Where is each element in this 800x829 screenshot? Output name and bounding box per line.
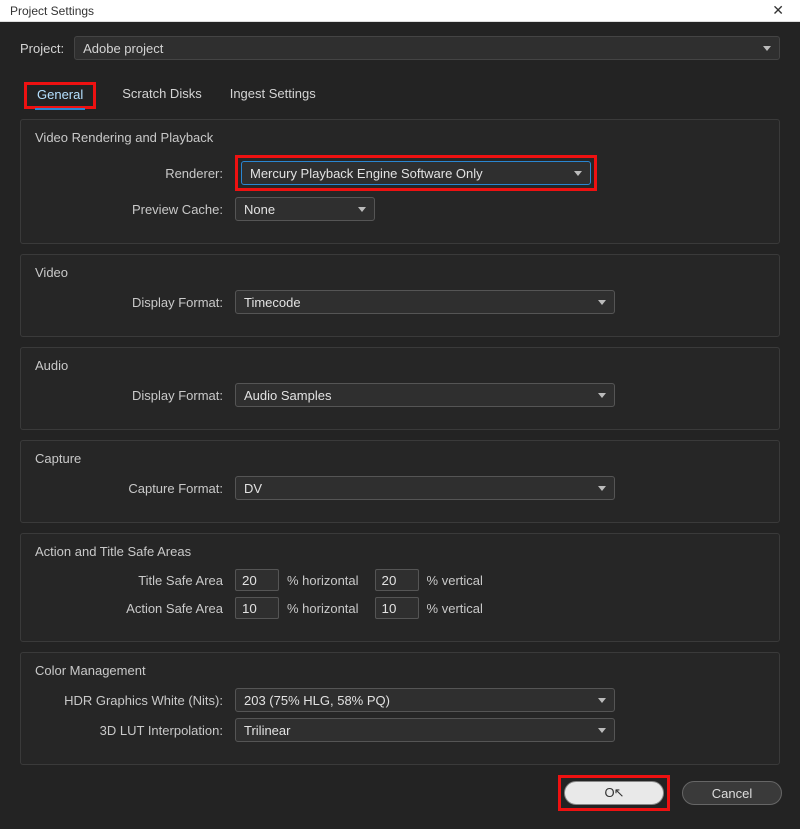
section-capture-title: Capture <box>35 451 765 466</box>
section-safe-title: Action and Title Safe Areas <box>35 544 765 559</box>
pct-horizontal-label: % horizontal <box>287 601 359 616</box>
tab-general[interactable]: General <box>35 83 85 110</box>
section-color-management: Color Management HDR Graphics White (Nit… <box>20 652 780 765</box>
section-video: Video Display Format: Timecode <box>20 254 780 337</box>
title-safe-label: Title Safe Area <box>35 573 235 588</box>
tabs: General Scratch Disks Ingest Settings <box>0 68 800 109</box>
project-select-value: Adobe project <box>83 41 163 56</box>
project-select[interactable]: Adobe project <box>74 36 780 60</box>
chevron-down-icon <box>574 171 582 176</box>
video-format-label: Display Format: <box>35 295 235 310</box>
chevron-down-icon <box>358 207 366 212</box>
section-audio-title: Audio <box>35 358 765 373</box>
audio-format-label: Display Format: <box>35 388 235 403</box>
preview-cache-select[interactable]: None <box>235 197 375 221</box>
lut-interp-label: 3D LUT Interpolation: <box>35 723 235 738</box>
section-color-title: Color Management <box>35 663 765 678</box>
audio-format-value: Audio Samples <box>244 388 331 403</box>
project-label: Project: <box>20 41 64 56</box>
renderer-label: Renderer: <box>35 166 235 181</box>
title-safe-h-input[interactable] <box>235 569 279 591</box>
action-safe-label: Action Safe Area <box>35 601 235 616</box>
audio-format-select[interactable]: Audio Samples <box>235 383 615 407</box>
hdr-white-value: 203 (75% HLG, 58% PQ) <box>244 693 390 708</box>
chevron-down-icon <box>598 728 606 733</box>
title-safe-v-input[interactable] <box>375 569 419 591</box>
chevron-down-icon <box>598 698 606 703</box>
video-format-value: Timecode <box>244 295 301 310</box>
close-icon[interactable]: ✕ <box>766 0 790 21</box>
tab-ingest-settings[interactable]: Ingest Settings <box>228 82 318 109</box>
highlight-general-tab: General <box>24 82 96 109</box>
pct-vertical-label: % vertical <box>427 573 483 588</box>
renderer-value: Mercury Playback Engine Software Only <box>250 166 483 181</box>
cancel-button[interactable]: Cancel <box>682 781 782 805</box>
ok-button[interactable]: O↖ <box>564 781 664 805</box>
project-row: Project: Adobe project <box>0 22 800 68</box>
tab-scratch-disks[interactable]: Scratch Disks <box>120 82 203 109</box>
video-format-select[interactable]: Timecode <box>235 290 615 314</box>
dialog-body: Project: Adobe project General Scratch D… <box>0 22 800 829</box>
preview-cache-label: Preview Cache: <box>35 202 235 217</box>
section-audio: Audio Display Format: Audio Samples <box>20 347 780 430</box>
action-safe-v-input[interactable] <box>375 597 419 619</box>
titlebar: Project Settings ✕ <box>0 0 800 22</box>
capture-format-select[interactable]: DV <box>235 476 615 500</box>
lut-interp-value: Trilinear <box>244 723 290 738</box>
cursor-icon: O↖ <box>604 785 623 801</box>
hdr-white-select[interactable]: 203 (75% HLG, 58% PQ) <box>235 688 615 712</box>
section-capture: Capture Capture Format: DV <box>20 440 780 523</box>
window-title: Project Settings <box>10 4 94 18</box>
dialog-footer: O↖ Cancel <box>0 765 800 829</box>
hdr-white-label: HDR Graphics White (Nits): <box>35 693 235 708</box>
section-video-title: Video <box>35 265 765 280</box>
chevron-down-icon <box>598 486 606 491</box>
preview-cache-value: None <box>244 202 275 217</box>
renderer-select[interactable]: Mercury Playback Engine Software Only <box>241 161 591 185</box>
section-safe-areas: Action and Title Safe Areas Title Safe A… <box>20 533 780 642</box>
lut-interp-select[interactable]: Trilinear <box>235 718 615 742</box>
section-rendering: Video Rendering and Playback Renderer: M… <box>20 119 780 244</box>
chevron-down-icon <box>598 393 606 398</box>
section-rendering-title: Video Rendering and Playback <box>35 130 765 145</box>
capture-format-value: DV <box>244 481 262 496</box>
chevron-down-icon <box>598 300 606 305</box>
pct-vertical-label: % vertical <box>427 601 483 616</box>
capture-format-label: Capture Format: <box>35 481 235 496</box>
highlight-ok: O↖ <box>558 775 670 811</box>
chevron-down-icon <box>763 46 771 51</box>
highlight-renderer: Mercury Playback Engine Software Only <box>235 155 597 191</box>
action-safe-h-input[interactable] <box>235 597 279 619</box>
project-settings-dialog: Project Settings ✕ Project: Adobe projec… <box>0 0 800 811</box>
pct-horizontal-label: % horizontal <box>287 573 359 588</box>
